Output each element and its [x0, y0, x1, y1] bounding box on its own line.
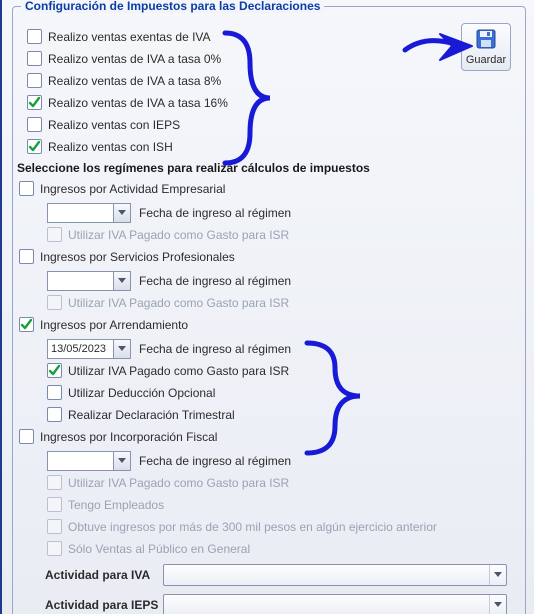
- sales-options: Realizo ventas exentas de IVA Realizo ve…: [23, 29, 515, 154]
- tax-config-groupbox: Configuración de Impuestos para las Decl…: [12, 6, 526, 614]
- sales-check-row: Realizo ventas de IVA a tasa 0%: [27, 51, 515, 66]
- tax-config-window: Configuración de Impuestos para las Decl…: [0, 0, 534, 614]
- regime-empresarial-date-row: Fecha de ingreso al régimen: [47, 203, 515, 223]
- date-field-label: Fecha de ingreso al régimen: [139, 454, 291, 468]
- chevron-down-icon: [118, 345, 126, 353]
- dropdown-button[interactable]: [489, 565, 506, 585]
- date-field-label: Fecha de ingreso al régimen: [139, 274, 291, 288]
- date-input[interactable]: 13/05/2023: [47, 339, 131, 359]
- checkbox[interactable]: [27, 51, 42, 66]
- checkbox[interactable]: [47, 363, 62, 378]
- checkbox[interactable]: [19, 429, 34, 444]
- ieps-activity-combo[interactable]: [163, 594, 507, 614]
- checkbox-label: Realizo ventas con ISH: [48, 140, 173, 154]
- iva-activity-row: Actividad para IVA: [45, 564, 515, 586]
- regime-arrendamiento-date-row: 13/05/2023 Fecha de ingreso al régimen: [47, 339, 515, 359]
- checkbox: [47, 541, 62, 556]
- dropdown-button[interactable]: [113, 340, 130, 358]
- regime-rif-date-row: Fecha de ingreso al régimen: [47, 451, 515, 471]
- date-text[interactable]: [48, 272, 113, 290]
- regime-arrendamiento-sub-row: Realizar Declaración Trimestral: [47, 407, 515, 422]
- checkbox-label: Realizo ventas con IEPS: [48, 118, 180, 132]
- date-text[interactable]: 13/05/2023: [48, 340, 113, 358]
- checkbox-label: Utilizar IVA Pagado como Gasto para ISR: [68, 364, 289, 378]
- checkbox-label: Realizo ventas exentas de IVA: [48, 30, 211, 44]
- checkbox[interactable]: [27, 95, 42, 110]
- checkbox-label: Utilizar IVA Pagado como Gasto para ISR: [68, 476, 289, 490]
- checkbox-label: Utilizar IVA Pagado como Gasto para ISR: [68, 296, 289, 310]
- checkbox-label: Tengo Empleados: [68, 498, 164, 512]
- regime-arrendamiento-sub-row: Utilizar IVA Pagado como Gasto para ISR: [47, 363, 515, 378]
- checkbox[interactable]: [19, 181, 34, 196]
- dropdown-button[interactable]: [489, 595, 506, 614]
- regime-profesionales-date-row: Fecha de ingreso al régimen: [47, 271, 515, 291]
- checkbox: [47, 475, 62, 490]
- sales-check-row: Realizo ventas con IEPS: [27, 117, 515, 132]
- checkbox-label: Realizo ventas de IVA a tasa 0%: [48, 52, 221, 66]
- checkbox-label: Utilizar IVA Pagado como Gasto para ISR: [68, 228, 289, 242]
- date-field-label: Fecha de ingreso al régimen: [139, 206, 291, 220]
- checkbox-label: Sólo Ventas al Público en General: [68, 542, 250, 556]
- checkbox-label: Utilizar Deducción Opcional: [68, 386, 215, 400]
- date-input[interactable]: [47, 451, 131, 471]
- save-button-label: Guardar: [466, 54, 506, 66]
- disk-icon: [476, 29, 496, 52]
- checkbox[interactable]: [27, 73, 42, 88]
- checkbox[interactable]: [27, 29, 42, 44]
- date-input[interactable]: [47, 203, 131, 223]
- regime-profesionales-row: Ingresos por Servicios Profesionales: [19, 249, 515, 264]
- regime-arrendamiento-row: Ingresos por Arrendamiento: [19, 317, 515, 332]
- checkbox: [47, 295, 62, 310]
- iva-activity-combo[interactable]: [163, 564, 507, 586]
- regime-empresarial-row: Ingresos por Actividad Empresarial: [19, 181, 515, 196]
- checkbox-label: Realizar Declaración Trimestral: [68, 408, 235, 422]
- regime-label: Ingresos por Incorporación Fiscal: [40, 430, 217, 444]
- checkbox[interactable]: [19, 317, 34, 332]
- regime-label: Ingresos por Actividad Empresarial: [40, 182, 225, 196]
- chevron-down-icon: [118, 209, 126, 217]
- checkbox: [47, 519, 62, 534]
- dropdown-button[interactable]: [113, 272, 130, 290]
- regime-arrendamiento-sub-row: Utilizar Deducción Opcional: [47, 385, 515, 400]
- date-field-label: Fecha de ingreso al régimen: [139, 342, 291, 356]
- chevron-down-icon: [494, 571, 502, 579]
- dropdown-button[interactable]: [113, 204, 130, 222]
- checkbox-label: Realizo ventas de IVA a tasa 8%: [48, 74, 221, 88]
- date-text[interactable]: [48, 452, 113, 470]
- regime-rif-row: Ingresos por Incorporación Fiscal: [19, 429, 515, 444]
- regimes-header: Seleccione los regímenes para realizar c…: [17, 161, 515, 175]
- checkbox[interactable]: [27, 139, 42, 154]
- checkbox[interactable]: [47, 407, 62, 422]
- chevron-down-icon: [118, 457, 126, 465]
- regime-label: Ingresos por Servicios Profesionales: [40, 250, 235, 264]
- regime-rif-sub-row: Obtuve ingresos por más de 300 mil pesos…: [47, 519, 515, 534]
- date-text[interactable]: [48, 204, 113, 222]
- dropdown-button[interactable]: [113, 452, 130, 470]
- checkbox: [47, 497, 62, 512]
- ieps-activity-label: Actividad para IEPS: [45, 598, 163, 612]
- sales-check-row: Realizo ventas exentas de IVA: [27, 29, 515, 44]
- checkbox[interactable]: [47, 385, 62, 400]
- regime-profesionales-sub-row: Utilizar IVA Pagado como Gasto para ISR: [47, 295, 515, 310]
- checkbox[interactable]: [19, 249, 34, 264]
- sales-check-row: Realizo ventas con ISH: [27, 139, 515, 154]
- ieps-activity-row: Actividad para IEPS: [45, 594, 515, 614]
- chevron-down-icon: [494, 601, 502, 609]
- chevron-down-icon: [118, 277, 126, 285]
- regime-rif-sub-row: Sólo Ventas al Público en General: [47, 541, 515, 556]
- regime-empresarial-sub-row: Utilizar IVA Pagado como Gasto para ISR: [47, 227, 515, 242]
- checkbox-label: Obtuve ingresos por más de 300 mil pesos…: [68, 520, 437, 534]
- groupbox-title: Configuración de Impuestos para las Decl…: [21, 0, 324, 13]
- regime-rif-sub-row: Tengo Empleados: [47, 497, 515, 512]
- iva-activity-label: Actividad para IVA: [45, 568, 163, 582]
- regime-label: Ingresos por Arrendamiento: [40, 318, 188, 332]
- checkbox: [47, 227, 62, 242]
- sales-check-row: Realizo ventas de IVA a tasa 8%: [27, 73, 515, 88]
- save-button[interactable]: Guardar: [461, 23, 511, 71]
- checkbox[interactable]: [27, 117, 42, 132]
- date-input[interactable]: [47, 271, 131, 291]
- checkbox-label: Realizo ventas de IVA a tasa 16%: [48, 96, 228, 110]
- regime-rif-sub-row: Utilizar IVA Pagado como Gasto para ISR: [47, 475, 515, 490]
- sales-check-row: Realizo ventas de IVA a tasa 16%: [27, 95, 515, 110]
